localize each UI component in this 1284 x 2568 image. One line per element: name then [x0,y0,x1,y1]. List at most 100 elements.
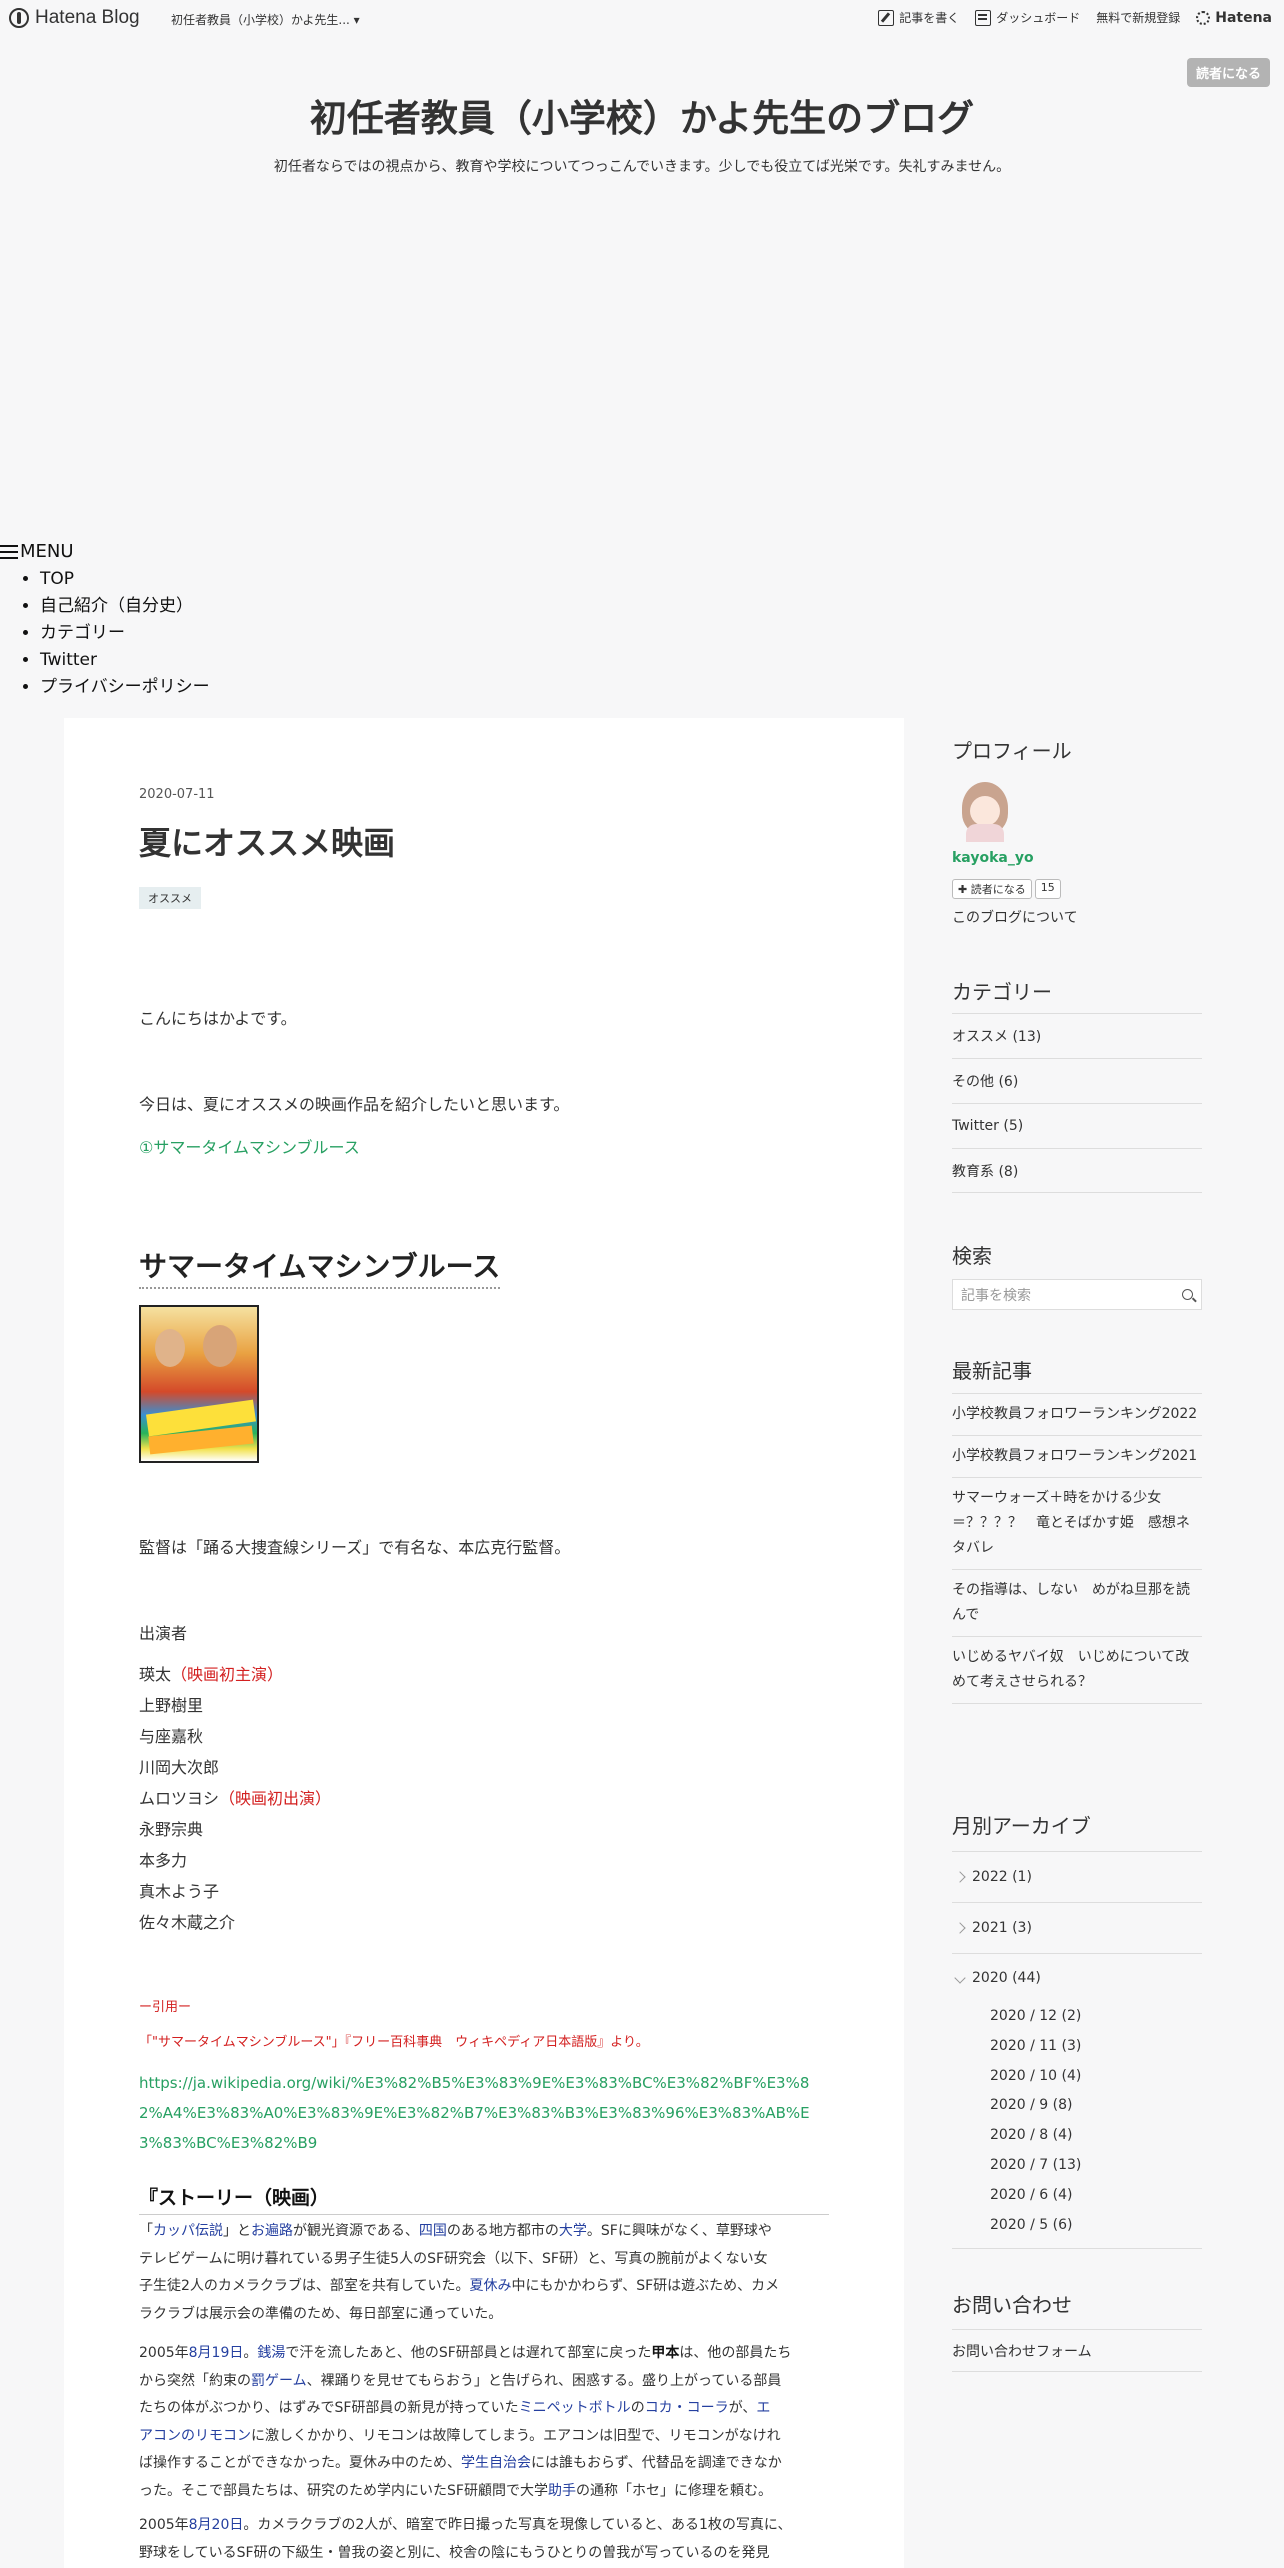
category-item[interactable]: 教育系 (8) [952,1148,1202,1193]
text: の通称「ホセ」に修理を頼む。 [575,2482,772,2499]
text: 。 [243,2345,258,2361]
text: 。カメラクラブの2人が、暗室で昨日撮った写真を現像していると、ある1枚の写真に、 [243,2517,792,2533]
archive-year-label: 2021 (3) [972,1920,1032,1936]
inline-link[interactable]: 助手 [548,2483,576,2499]
story-line: 2005年8月20日。カメラクラブの2人が、暗室で昨日撮った写真を現像していると… [139,2512,829,2540]
text: 。SFに興味がなく、草野球や [586,2223,772,2239]
inline-link[interactable]: お遍路 [251,2223,293,2239]
text: が観光資源である、 [293,2223,419,2239]
search-title: 検索 [952,1244,992,1268]
inline-link[interactable]: 夏休み [470,2278,512,2294]
write-entry-link[interactable]: 記事を書く [878,9,959,26]
archive-month-link[interactable]: 2020 / 7 (13) [990,2151,1202,2181]
story-line: アコンのリモコンに激しくかかり、リモコンは故障してしまう。エアコンは旧型で、リモ… [139,2423,829,2451]
recent-entry-link[interactable]: いじめるヤバイ奴 いじめについて改めて考えさせられる？ [952,1636,1202,1704]
menu-item-category[interactable]: カテゴリー [40,620,210,647]
archive-month-link[interactable]: 2020 / 5 (6) [990,2211,1202,2241]
menu-link[interactable]: 自己紹介（自分史） [40,596,193,616]
cast-item: 与座嘉秋 [139,1721,331,1752]
contact-title: お問い合わせ [952,2293,1072,2317]
archive-month-link[interactable]: 2020 / 11 (3) [990,2032,1202,2062]
hatena-dots-icon [1196,10,1211,25]
menu-item-top[interactable]: TOP [40,566,210,593]
entry-category-tag[interactable]: オススメ [139,887,201,909]
menu-link[interactable]: Twitter [40,650,97,670]
menu-link[interactable]: カテゴリー [40,623,125,643]
archive-year[interactable]: 2020 (44) [952,1954,1202,2002]
text: が、 [728,2400,757,2416]
menu-item-about[interactable]: 自己紹介（自分史） [40,593,210,620]
contact-form-link[interactable]: お問い合わせフォーム [952,2329,1202,2372]
inline-link[interactable]: 四国 [419,2223,447,2239]
archive-year[interactable]: 2021 (3) [952,1903,1202,1954]
category-item[interactable]: オススメ (13) [952,1013,1202,1058]
archive-month-link[interactable]: 2020 / 6 (4) [990,2181,1202,2211]
inline-link[interactable]: 8月19日 [189,2345,244,2361]
toc-link[interactable]: ①サマータイムマシンブルース [139,1134,360,1158]
menu-link[interactable]: プライバシーポリシー [40,677,210,697]
inline-link[interactable]: エ [756,2400,770,2416]
global-header: Hatena Blog 初任者教員（小学校）かよ先生... ▾ 記事を書く ダッ… [0,0,1284,38]
menu-item-twitter[interactable]: Twitter [40,647,210,674]
inline-link[interactable]: 学生自治会 [461,2455,531,2471]
recent-entries-list: 小学校教員フォロワーランキング2022 小学校教員フォロワーランキング2021 … [952,1393,1202,1704]
category-item[interactable]: Twitter (5) [952,1103,1202,1148]
cast-item: 永野宗典 [139,1814,331,1845]
inline-link[interactable]: 罰ゲーム [251,2373,307,2389]
cast-item: ムロツヨシ（映画初出演） [139,1783,331,1814]
category-item[interactable]: その他 (6) [952,1058,1202,1103]
recent-entry-link[interactable]: サマーウォーズ＋時をかける少女＝？？？？ 竜とそばかす姫 感想ネタバレ [952,1477,1202,1569]
cast-item: 瑛太（映画初主演） [139,1659,331,1690]
entry-date[interactable]: 2020-07-11 [139,787,215,802]
blog-switcher[interactable]: 初任者教員（小学校）かよ先生... ▾ [171,11,360,28]
cast-label: 出演者 [139,1624,188,1643]
signup-link[interactable]: 無料で新規登録 [1096,9,1180,26]
menu-item-privacy[interactable]: プライバシーポリシー [40,674,210,701]
cast-name: 本多力 [139,1851,188,1870]
profile-avatar[interactable] [952,778,1020,842]
inline-link[interactable]: 8月20日 [189,2517,244,2533]
menu-toggle[interactable]: MENU [0,541,74,562]
search-icon[interactable] [1182,1289,1193,1300]
dashboard-link[interactable]: ダッシュボード [975,9,1080,26]
hatena-blog-logo[interactable]: Hatena Blog [9,7,140,29]
inline-link[interactable]: アコンのリモコン [139,2428,251,2444]
hatena-menu[interactable]: Hatena [1196,10,1272,26]
avatar-body [966,824,1004,842]
poster-face [203,1325,237,1367]
story-line: テレビゲームに明け暮れている男子生徒5人のSF研究会（以下、SF研）と、写真の腕… [139,2250,768,2267]
archive-month-link[interactable]: 2020 / 8 (4) [990,2121,1202,2151]
inline-link[interactable]: 銭湯 [257,2345,285,2361]
recent-entry-link[interactable]: 小学校教員フォロワーランキング2021 [952,1435,1202,1477]
menu-label: MENU [20,541,74,562]
inline-link[interactable]: コカ・コーラ [645,2400,729,2416]
inline-link[interactable]: ミニペットボトル [519,2400,631,2416]
profile-name[interactable]: kayoka_yo [952,850,1034,866]
chevron-down-icon [954,1972,966,1984]
chevron-right-icon [954,1922,966,1934]
cast-name: ムロツヨシ [139,1789,220,1808]
movie-poster-image[interactable] [139,1305,259,1463]
blog-title[interactable]: 初任者教員（小学校）かよ先生のブログ [0,88,1284,142]
inline-link[interactable]: 大学 [559,2223,587,2239]
archive-year[interactable]: 2022 (1) [952,1852,1202,1903]
archive-month-link[interactable]: 2020 / 9 (8) [990,2091,1202,2121]
about-blog-link[interactable]: このブログについて [952,907,1078,927]
story-paragraph-1: 「カッパ伝説」とお遍路が観光資源である、四国のある地方都市の大学。SFに興味がな… [139,2218,829,2328]
hatena-blog-icon [9,8,29,28]
category-title: カテゴリー [952,980,1052,1004]
entry-title[interactable]: 夏にオススメ映画 [139,818,395,864]
archive-month-link[interactable]: 2020 / 10 (4) [990,2062,1202,2092]
subscriber-count[interactable]: 15 [1034,879,1061,899]
menu-link[interactable]: TOP [40,569,74,589]
inline-link[interactable]: カッパ伝説 [153,2223,223,2239]
story-heading: 『ストーリー（映画） [139,2183,829,2215]
text: のある地方都市の [446,2223,559,2239]
archive-month-link[interactable]: 2020 / 12 (2) [990,2002,1202,2032]
recent-entry-link[interactable]: その指導は、しない めがね旦那を読んで [952,1569,1202,1636]
profile-subscribe-button[interactable]: ✚ 読者になる [952,879,1032,899]
subscribe-button[interactable]: 読者になる [1186,58,1270,87]
search-input[interactable]: 記事を検索 [952,1279,1202,1310]
wikipedia-link[interactable]: https://ja.wikipedia.org/wiki/%E3%82%B5%… [139,2068,829,2158]
recent-entry-link[interactable]: 小学校教員フォロワーランキング2022 [952,1393,1202,1435]
